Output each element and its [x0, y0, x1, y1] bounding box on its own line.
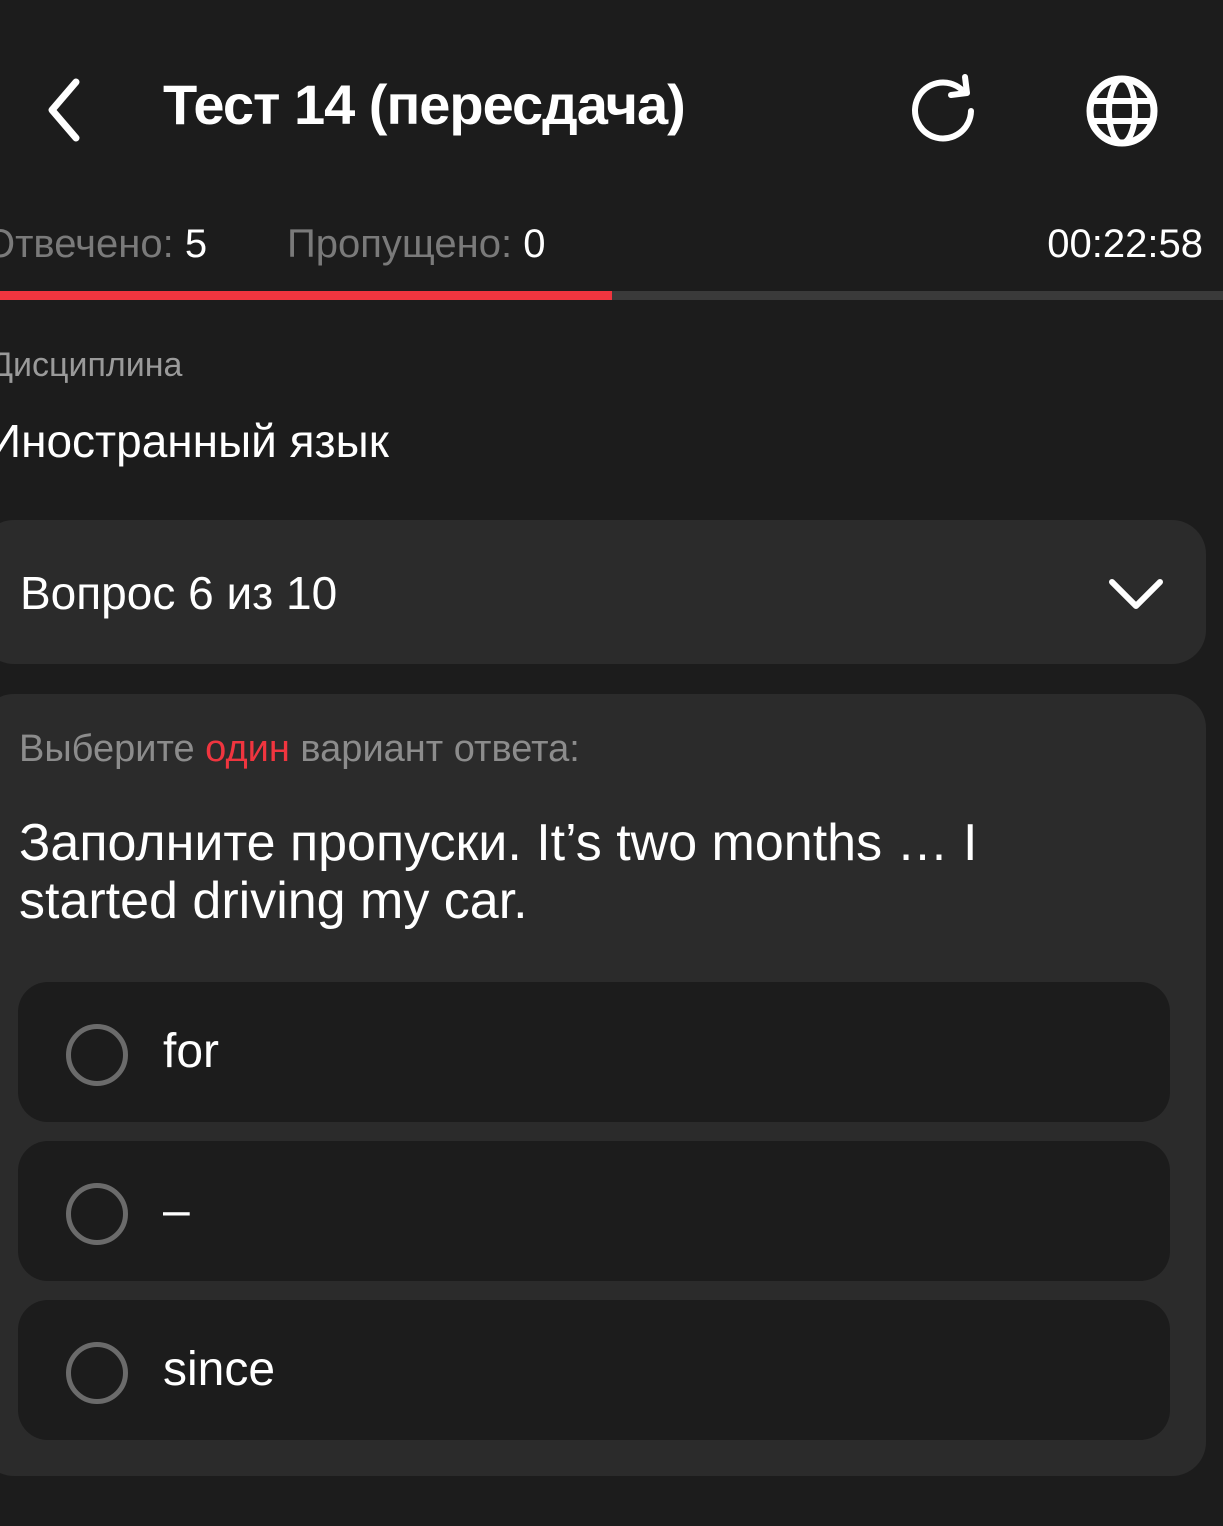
answer-instruction: Выберите один вариант ответа: [19, 728, 580, 771]
progress-fill [0, 291, 612, 300]
refresh-button[interactable] [895, 66, 995, 156]
answered-label: Отвечено: [0, 222, 174, 266]
progress-bar [0, 291, 1223, 300]
skipped-count: Пропущено: 0 [287, 222, 545, 267]
page-title: Тест 14 (пересдача) [163, 73, 686, 136]
discipline-value: Иностранный язык [0, 415, 389, 467]
answer-option-3[interactable]: since [18, 1300, 1170, 1440]
radio-button[interactable] [66, 1342, 128, 1404]
skipped-label: Пропущено: [287, 222, 513, 266]
back-button[interactable] [24, 60, 104, 160]
question-selector-dropdown[interactable]: Вопрос 6 из 10 [0, 520, 1206, 664]
question-text: Заполните пропуски. It’s two months … I … [19, 814, 978, 930]
timer: 00:22:58 [1047, 222, 1203, 266]
test-stats: Отвечено: 5 Пропущено: 0 00:22:58 [0, 218, 1223, 278]
radio-button[interactable] [66, 1024, 128, 1086]
refresh-icon [912, 74, 974, 142]
answer-option-label: – [163, 1184, 190, 1237]
answered-value: 5 [184, 222, 208, 266]
globe-icon [1086, 75, 1158, 147]
question-card: Выберите один вариант ответа: Заполните … [0, 694, 1206, 1476]
radio-button[interactable] [66, 1183, 128, 1245]
chevron-left-icon [48, 78, 80, 142]
chevron-down-icon [1109, 579, 1163, 609]
app-header: Тест 14 (пересдача) [0, 0, 1223, 200]
answered-count: Отвечено: 5 [0, 222, 207, 267]
discipline-label: Дисциплина [0, 346, 183, 384]
instruction-accent: один [205, 728, 290, 770]
answer-option-label: since [163, 1343, 276, 1396]
language-button[interactable] [1072, 66, 1172, 156]
answer-option-2[interactable]: – [18, 1141, 1170, 1281]
answer-option-1[interactable]: for [18, 982, 1170, 1122]
answer-option-label: for [163, 1025, 220, 1078]
instruction-prefix: Выберите [19, 728, 206, 770]
question-number: Вопрос 6 из 10 [20, 567, 338, 619]
skipped-value: 0 [523, 222, 546, 266]
instruction-suffix: вариант ответа: [289, 728, 580, 770]
